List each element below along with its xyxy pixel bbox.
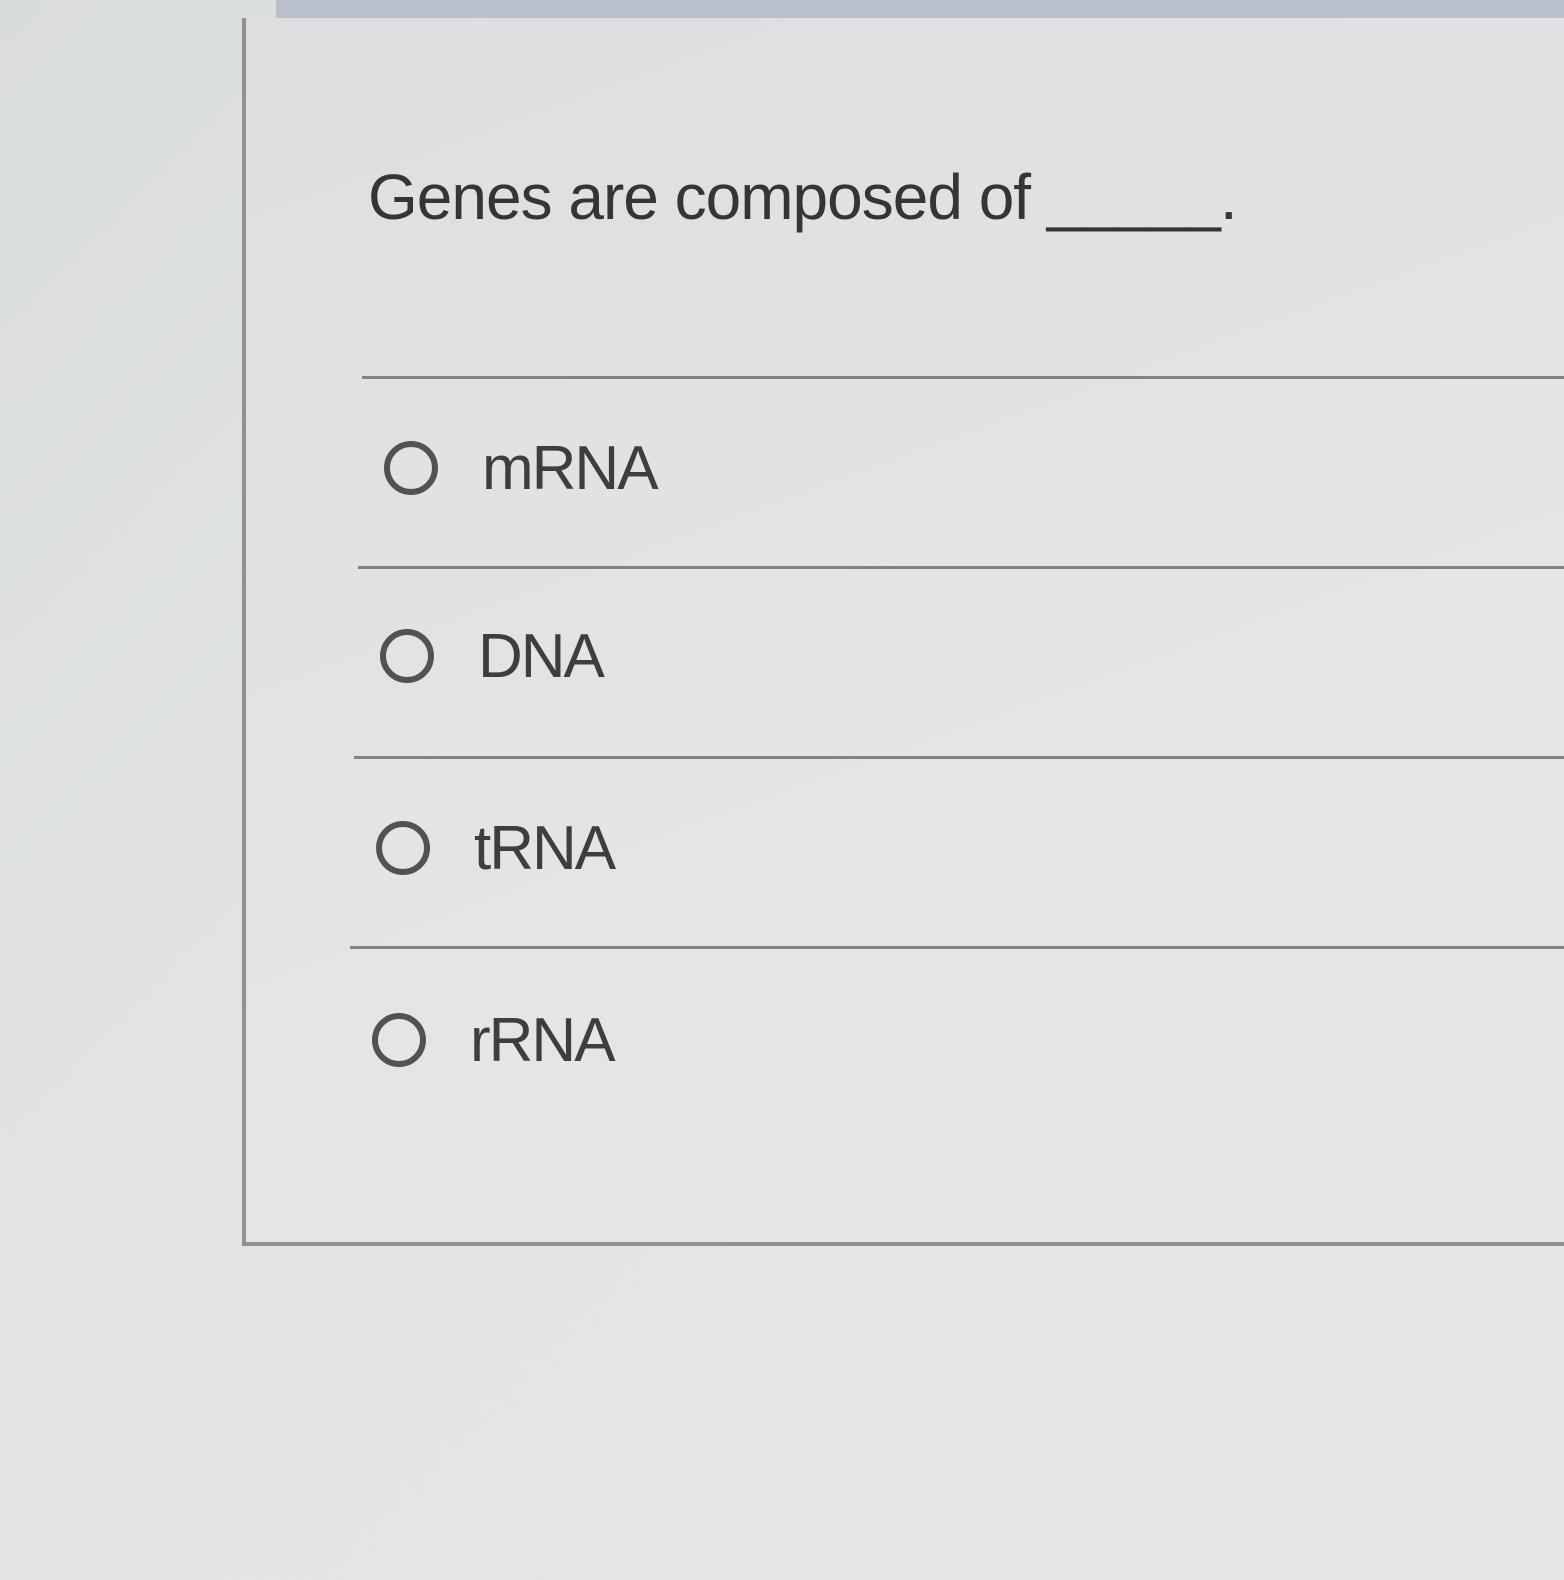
option-rrna[interactable]: rRNA [372,1000,616,1080]
radio-icon[interactable] [380,629,434,683]
radio-icon[interactable] [376,821,430,875]
option-label: DNA [478,621,605,691]
option-label: tRNA [474,813,616,883]
radio-icon[interactable] [372,1013,426,1067]
divider [362,376,1564,379]
divider [358,566,1564,569]
divider [350,946,1564,949]
divider [354,756,1564,759]
question-text: Genes are composed of _____. [368,161,1238,233]
radio-icon[interactable] [384,441,438,495]
option-dna[interactable]: DNA [380,616,605,696]
option-label: mRNA [482,433,659,503]
option-trna[interactable]: tRNA [376,808,616,888]
option-mrna[interactable]: mRNA [384,428,659,508]
option-label: rRNA [470,1005,616,1075]
